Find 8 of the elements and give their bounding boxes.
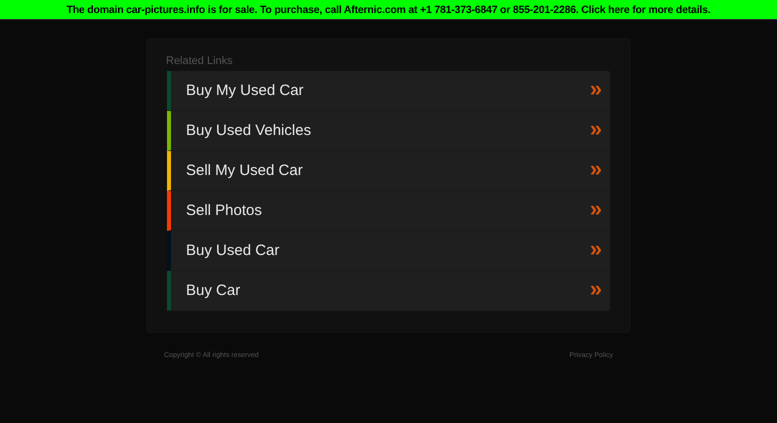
related-link[interactable]: Buy Car » xyxy=(167,271,610,311)
sale-banner-link[interactable]: The domain car-pictures.info is for sale. To purchase, call Afternic.com at +1 781-373-6847 or 855-201-2286. Click here for more details. xyxy=(0,0,777,20)
related-link[interactable]: Buy Used Vehicles » xyxy=(167,111,610,151)
related-link[interactable]: Buy My Used Car » xyxy=(167,71,610,111)
related-link[interactable]: Buy Used Car » xyxy=(167,231,610,271)
related-link[interactable]: Sell Photos » xyxy=(167,191,610,231)
related-link[interactable]: Sell My Used Car » xyxy=(167,151,610,191)
related-links-heading: Related Links xyxy=(166,54,234,69)
